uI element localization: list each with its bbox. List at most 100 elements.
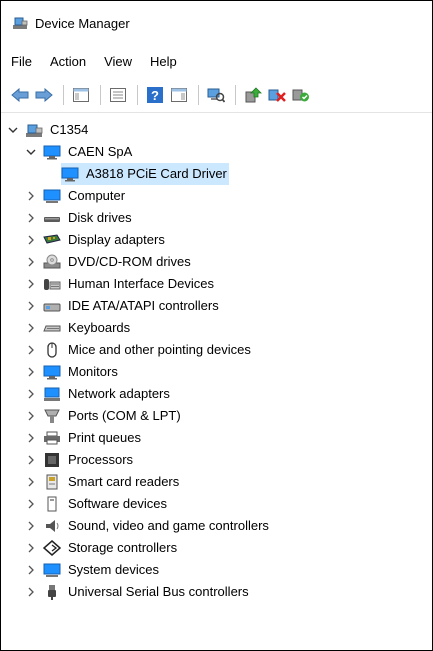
network-adapter-icon bbox=[43, 386, 61, 402]
chevron-right-icon[interactable] bbox=[25, 388, 37, 400]
tree-item-disk-drives[interactable]: Disk drives bbox=[25, 207, 134, 229]
tree-item-system-devices[interactable]: System devices bbox=[25, 559, 161, 581]
tree-item-label: Computer bbox=[68, 188, 126, 203]
device-manager-icon bbox=[13, 17, 28, 29]
tree-item-storage-controllers[interactable]: Storage controllers bbox=[25, 537, 179, 559]
tree-item-label: Universal Serial Bus controllers bbox=[68, 584, 249, 599]
title-bar: Device Manager bbox=[1, 1, 432, 45]
chevron-down-icon[interactable] bbox=[7, 124, 19, 136]
tree-item-software-devices[interactable]: Software devices bbox=[25, 493, 169, 515]
chevron-right-icon[interactable] bbox=[25, 476, 37, 488]
toolbar-separator bbox=[235, 85, 236, 105]
chevron-right-icon[interactable] bbox=[25, 542, 37, 554]
chevron-right-icon[interactable] bbox=[25, 586, 37, 598]
chevron-right-icon[interactable] bbox=[25, 410, 37, 422]
tree-item-ide-ata-atapi-controllers[interactable]: IDE ATA/ATAPI controllers bbox=[25, 295, 221, 317]
menu-action[interactable]: Action bbox=[50, 54, 86, 69]
chevron-right-icon[interactable] bbox=[25, 300, 37, 312]
tree-item-label: IDE ATA/ATAPI controllers bbox=[68, 298, 219, 313]
tree-item-label: System devices bbox=[68, 562, 160, 577]
chevron-right-icon[interactable] bbox=[25, 190, 37, 202]
tree-item-network-adapters[interactable]: Network adapters bbox=[25, 383, 172, 405]
show-hide-console-tree-icon bbox=[73, 88, 89, 102]
tree-item-ports-com-lpt[interactable]: Ports (COM & LPT) bbox=[25, 405, 183, 427]
tree-item-display-adapters[interactable]: Display adapters bbox=[25, 229, 167, 251]
chevron-right-icon[interactable] bbox=[25, 344, 37, 356]
chevron-down-icon[interactable] bbox=[25, 146, 37, 158]
action-pane-button[interactable] bbox=[168, 84, 190, 106]
system-device-icon bbox=[43, 562, 61, 578]
menu-help[interactable]: Help bbox=[150, 54, 177, 69]
forward-button[interactable] bbox=[33, 84, 55, 106]
tree-item-label: Processors bbox=[68, 452, 134, 467]
tree-item-label: CAEN SpA bbox=[68, 144, 133, 159]
toolbar: ? bbox=[1, 79, 432, 111]
ide-controller-icon bbox=[43, 298, 61, 314]
toolbar-separator bbox=[198, 85, 199, 105]
tree-item-label: Keyboards bbox=[68, 320, 131, 335]
chevron-right-icon[interactable] bbox=[25, 256, 37, 268]
toolbar-separator bbox=[63, 85, 64, 105]
toolbar-separator bbox=[100, 85, 101, 105]
tree-item-label: Sound, video and game controllers bbox=[68, 518, 269, 533]
tree-item-label: A3818 PCiE Card Driver bbox=[84, 165, 229, 183]
software-device-icon bbox=[43, 496, 61, 512]
chevron-right-icon[interactable] bbox=[25, 366, 37, 378]
keyboard-icon bbox=[43, 320, 61, 336]
tree-item-monitors[interactable]: Monitors bbox=[25, 361, 120, 383]
display-adapter-icon bbox=[43, 232, 61, 248]
chevron-right-icon[interactable] bbox=[25, 234, 37, 246]
chevron-right-icon[interactable] bbox=[25, 498, 37, 510]
properties-button[interactable] bbox=[107, 84, 129, 106]
tree-root-c1354[interactable]: C1354 bbox=[7, 119, 90, 141]
device-manager-window: Device Manager File Action View Help ? C… bbox=[0, 0, 433, 651]
hid-icon bbox=[43, 276, 61, 292]
tree-item-smart-card-readers[interactable]: Smart card readers bbox=[25, 471, 181, 493]
computer-icon bbox=[43, 188, 61, 204]
tree-item-sound-video-and-game-controllers[interactable]: Sound, video and game controllers bbox=[25, 515, 271, 537]
tree-item-label: Ports (COM & LPT) bbox=[68, 408, 181, 423]
tree-item-human-interface-devices[interactable]: Human Interface Devices bbox=[25, 273, 216, 295]
uninstall-device-button[interactable] bbox=[266, 84, 288, 106]
help-icon: ? bbox=[147, 87, 163, 103]
chevron-right-icon[interactable] bbox=[25, 278, 37, 290]
tree-item-a3818-pcie-card-driver[interactable]: A3818 PCiE Card Driver bbox=[61, 163, 229, 185]
speaker-icon bbox=[43, 518, 61, 534]
back-button[interactable] bbox=[9, 84, 31, 106]
tree-item-processors[interactable]: Processors bbox=[25, 449, 135, 471]
tree-item-computer[interactable]: Computer bbox=[25, 185, 127, 207]
menu-file[interactable]: File bbox=[11, 54, 32, 69]
tree-item-universal-serial-bus-controllers[interactable]: Universal Serial Bus controllers bbox=[25, 581, 251, 603]
chevron-right-icon[interactable] bbox=[25, 322, 37, 334]
properties-icon bbox=[110, 88, 126, 102]
monitor-icon bbox=[43, 144, 61, 160]
tree-item-print-queues[interactable]: Print queues bbox=[25, 427, 143, 449]
menu-view[interactable]: View bbox=[104, 54, 132, 69]
tree-item-label: Mice and other pointing devices bbox=[68, 342, 251, 357]
tree-item-label: Software devices bbox=[68, 496, 167, 511]
tree-item-label: DVD/CD-ROM drives bbox=[68, 254, 191, 269]
chevron-right-icon[interactable] bbox=[25, 454, 37, 466]
enable-device-icon bbox=[292, 89, 309, 102]
monitor-icon bbox=[61, 166, 79, 182]
scan-hardware-button[interactable] bbox=[205, 84, 227, 106]
chevron-right-icon[interactable] bbox=[25, 432, 37, 444]
toolbar-divider bbox=[1, 112, 432, 113]
tree-item-dvd-cd-rom-drives[interactable]: DVD/CD-ROM drives bbox=[25, 251, 193, 273]
chevron-right-icon[interactable] bbox=[25, 520, 37, 532]
tree-item-caen-spa[interactable]: CAEN SpA bbox=[25, 141, 134, 163]
computer-root-icon bbox=[25, 122, 43, 138]
tree-item-label: Network adapters bbox=[68, 386, 170, 401]
show-hide-console-tree-button[interactable] bbox=[70, 84, 92, 106]
processor-icon bbox=[43, 452, 61, 468]
tree-item-mice-and-other-pointing-devices[interactable]: Mice and other pointing devices bbox=[25, 339, 253, 361]
help-button[interactable]: ? bbox=[144, 84, 166, 106]
chevron-right-icon[interactable] bbox=[25, 212, 37, 224]
action-pane-icon bbox=[171, 88, 187, 102]
update-driver-icon bbox=[245, 87, 262, 103]
chevron-right-icon[interactable] bbox=[25, 564, 37, 576]
tree-item-label: Disk drives bbox=[68, 210, 132, 225]
enable-device-button[interactable] bbox=[290, 84, 312, 106]
update-driver-button[interactable] bbox=[242, 84, 264, 106]
tree-item-keyboards[interactable]: Keyboards bbox=[25, 317, 132, 339]
